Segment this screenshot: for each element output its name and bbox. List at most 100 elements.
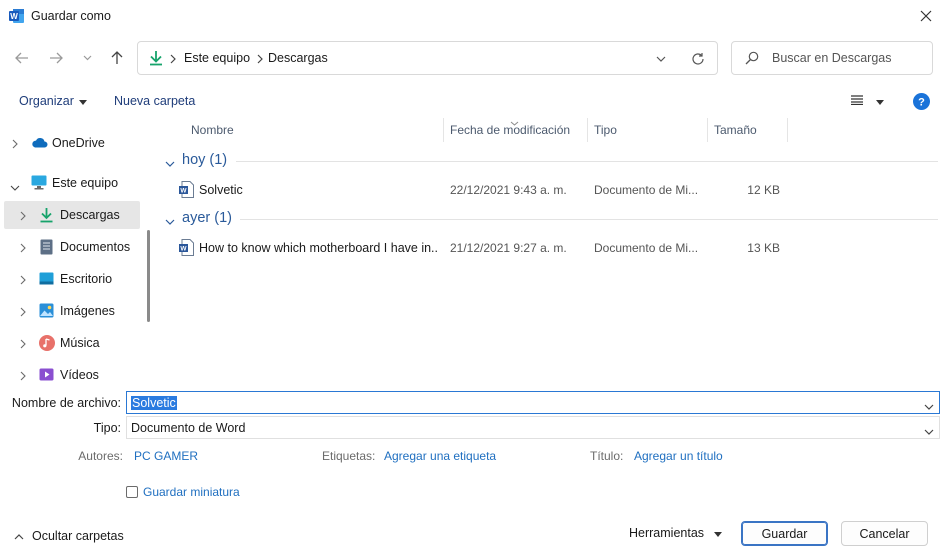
file-date: 22/12/2021 9:43 a. m. [450,183,567,197]
add-tag-link[interactable]: Agregar una etiqueta [384,449,496,463]
file-type: Documento de Mi... [594,241,699,255]
word-document-icon: W [179,239,194,259]
save-button[interactable]: Guardar [741,521,828,546]
group-collapse-icon[interactable] [165,215,175,229]
up-arrow-icon[interactable] [105,46,129,70]
group-divider [236,161,938,162]
column-header-date[interactable]: Fecha de modificación [450,118,586,142]
column-divider[interactable] [707,118,708,142]
column-divider[interactable] [443,118,444,142]
sidebar-item-label: Este equipo [52,176,119,190]
sidebar-item-imagenes[interactable]: Imágenes [0,297,140,325]
address-bar[interactable]: Este equipo Descargas [137,41,718,75]
organize-menu[interactable]: Organizar [19,94,87,108]
filename-input[interactable]: Solvetic [126,391,940,414]
expand-chevron-icon[interactable] [12,138,18,152]
title-label: Título: [590,449,624,463]
column-header-size[interactable]: Tamaño [714,118,784,142]
images-icon [39,303,54,321]
window-title: Guardar como [31,9,111,23]
word-app-icon: W [9,8,25,24]
collapse-chevron-icon[interactable] [10,180,20,194]
cancel-button[interactable]: Cancelar [841,521,928,546]
column-header-type[interactable]: Tipo [594,118,704,142]
breadcrumb-descargas[interactable]: Descargas [268,51,328,65]
sidebar-item-escritorio[interactable]: Escritorio [0,265,140,293]
music-icon [39,335,55,354]
sidebar-item-label: Documentos [60,240,131,254]
file-row[interactable]: W Solvetic 22/12/2021 9:43 a. m. Documen… [170,178,810,202]
svg-text:W: W [180,246,187,253]
file-type: Documento de Mi... [594,183,699,197]
expand-chevron-icon[interactable] [20,242,26,256]
save-thumbnail-checkbox[interactable] [126,486,138,498]
file-name: How to know which motherboard I have in.… [199,241,439,255]
tools-menu[interactable]: Herramientas [629,526,723,540]
filename-label: Nombre de archivo: [11,396,121,410]
cloud-icon [31,137,48,151]
expand-chevron-icon[interactable] [20,274,26,288]
filetype-select[interactable]: Documento de Word [126,416,940,439]
sidebar-item-este-equipo[interactable]: Este equipo [0,169,140,197]
organize-dropdown-icon [78,94,87,108]
authors-label: Autores: [78,449,123,463]
download-location-icon [148,50,164,66]
view-dropdown-icon [876,94,884,108]
tools-dropdown-icon [714,526,723,540]
sidebar-item-musica[interactable]: Música [0,329,140,357]
file-size: 13 KB [747,241,780,255]
refresh-icon[interactable] [688,50,708,68]
svg-text:?: ? [918,97,925,109]
chevron-up-icon [14,529,24,543]
word-document-icon: W [179,181,194,201]
filetype-label: Tipo: [93,421,121,435]
breadcrumb-este-equipo[interactable]: Este equipo [184,51,250,65]
save-thumbnail-label[interactable]: Guardar miniatura [143,485,240,499]
add-title-link[interactable]: Agregar un título [634,449,723,463]
forward-arrow-icon[interactable] [44,46,68,70]
title-bar: W Guardar como [0,0,946,32]
authors-value[interactable]: PC GAMER [134,449,198,463]
search-box[interactable]: Buscar en Descargas [731,41,933,75]
sidebar-scrollbar[interactable] [147,230,150,322]
videos-icon [39,368,54,384]
sidebar-item-documentos[interactable]: Documentos [0,233,140,261]
new-folder-button[interactable]: Nueva carpeta [114,94,195,108]
expand-chevron-icon[interactable] [20,210,26,224]
sidebar-item-videos[interactable]: Vídeos [0,361,140,389]
search-placeholder: Buscar en Descargas [772,51,892,65]
sidebar-item-label: Descargas [60,208,120,222]
tools-label: Herramientas [629,526,705,540]
breadcrumb-separator-icon [170,53,176,67]
column-divider[interactable] [787,118,788,142]
address-history-chevron-icon[interactable] [652,50,670,68]
column-header-name[interactable]: Nombre [191,118,441,142]
file-size: 12 KB [747,183,780,197]
file-date: 21/12/2021 9:27 a. m. [450,241,567,255]
group-header-today[interactable]: hoy (1) [182,152,227,168]
filetype-dropdown-icon[interactable] [924,424,934,438]
recent-locations-chevron-icon[interactable] [78,48,96,68]
help-icon[interactable]: ? [913,93,930,110]
download-icon [39,207,54,226]
hide-folders-label: Ocultar carpetas [32,529,124,543]
view-options-menu[interactable] [850,94,884,108]
sidebar-item-descargas[interactable]: Descargas [4,201,140,229]
group-header-yesterday[interactable]: ayer (1) [182,210,232,226]
sidebar-item-onedrive[interactable]: OneDrive [0,129,140,157]
back-arrow-icon[interactable] [10,46,34,70]
expand-chevron-icon[interactable] [20,306,26,320]
expand-chevron-icon[interactable] [20,338,26,352]
sidebar-item-label: Música [60,336,100,350]
close-icon[interactable] [906,0,946,32]
sidebar-item-label: OneDrive [52,136,105,150]
filename-dropdown-icon[interactable] [924,399,934,413]
group-collapse-icon[interactable] [165,157,175,171]
filename-value: Solvetic [131,395,177,410]
file-row[interactable]: W How to know which motherboard I have i… [170,236,810,260]
breadcrumb-separator-icon [257,53,263,67]
hide-folders-toggle[interactable]: Ocultar carpetas [14,529,124,543]
column-divider[interactable] [587,118,588,142]
expand-chevron-icon[interactable] [20,370,26,384]
sidebar-item-label: Vídeos [60,368,99,382]
